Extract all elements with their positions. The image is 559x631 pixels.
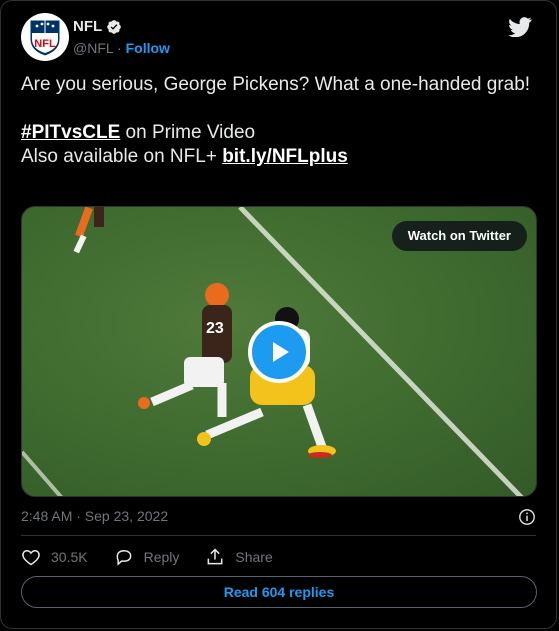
heart-icon	[22, 549, 40, 566]
share-button[interactable]: Share	[205, 547, 273, 567]
tweet-header: NFL NFL @NFL · Follow	[21, 13, 536, 63]
svg-text:23: 23	[206, 320, 224, 337]
tweet-card: NFL NFL @NFL · Follow Are you serious, G…	[0, 0, 557, 629]
like-count: 30.5K	[51, 549, 88, 565]
play-button[interactable]	[248, 321, 310, 383]
author-name[interactable]: NFL	[73, 18, 102, 35]
read-replies-button[interactable]: Read 604 replies	[21, 576, 537, 608]
handle-separator: ·	[117, 40, 122, 56]
timestamp-row: 2:48 AM · Sep 23, 2022	[21, 508, 536, 526]
hashtag-link[interactable]: #PITvsCLE	[21, 122, 120, 143]
svg-text:NFL: NFL	[34, 38, 56, 50]
line3-prefix: Also available on NFL+	[21, 146, 223, 167]
author-name-row: NFL	[73, 18, 122, 35]
nfl-shield-logo-icon: NFL	[29, 19, 61, 57]
tweet-text: Are you serious, George Pickens? What a …	[21, 73, 531, 169]
info-icon[interactable]	[518, 508, 536, 526]
action-bar: 30.5K Reply Share	[21, 546, 273, 568]
avatar[interactable]: NFL	[21, 13, 69, 61]
nflplus-link[interactable]: bit.ly/NFLplus	[222, 146, 348, 167]
tweet-line-3: Also available on NFL+ bit.ly/NFLplus	[21, 145, 531, 169]
share-label: Share	[235, 549, 273, 565]
watch-on-twitter-button[interactable]: Watch on Twitter	[391, 221, 527, 251]
reply-label: Reply	[143, 549, 180, 565]
tweet-line-2: #PITvsCLE on Prime Video	[21, 121, 531, 145]
play-icon	[273, 342, 289, 362]
tweet-line-1: Are you serious, George Pickens? What a …	[21, 74, 531, 95]
timestamp[interactable]: 2:48 AM · Sep 23, 2022	[21, 508, 168, 524]
twitter-bird-icon[interactable]	[508, 17, 532, 37]
reply-bubble-icon	[116, 549, 132, 566]
share-upload-icon	[207, 548, 223, 565]
verified-badge-icon	[107, 19, 122, 34]
like-button[interactable]: 30.5K	[21, 547, 88, 567]
hashtag-suffix: on Prime Video	[120, 122, 256, 143]
video-player[interactable]: 23 Watch on Twitter	[21, 206, 537, 497]
author-handle-row: @NFL · Follow	[73, 40, 170, 56]
reply-button[interactable]: Reply	[114, 547, 180, 567]
follow-button[interactable]: Follow	[126, 40, 170, 56]
divider	[21, 535, 536, 536]
author-handle[interactable]: @NFL	[73, 40, 113, 56]
